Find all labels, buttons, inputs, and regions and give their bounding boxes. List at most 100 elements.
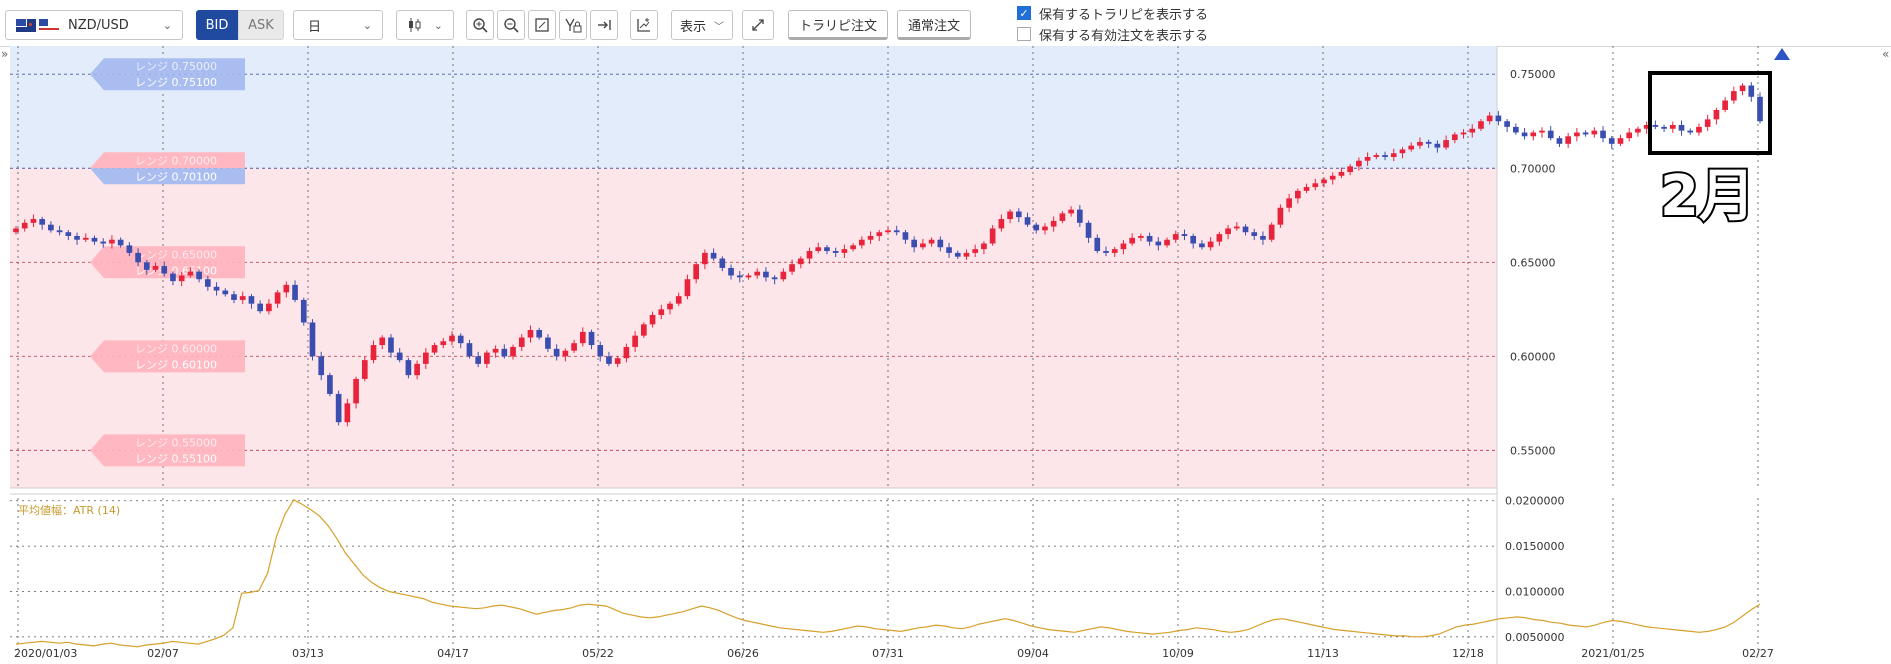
- x-tick-label: 02/07: [147, 647, 179, 660]
- candle-body: [527, 330, 534, 338]
- candle-body: [239, 296, 246, 300]
- candle-body: [588, 331, 595, 346]
- candle-body: [658, 309, 665, 315]
- candle-body: [885, 230, 891, 233]
- candle-body: [1678, 124, 1685, 131]
- candle: [1739, 83, 1746, 96]
- candle-body: [126, 245, 133, 253]
- candle-body: [1233, 226, 1240, 229]
- candle-body: [1713, 109, 1720, 120]
- candle-body: [1382, 155, 1388, 157]
- candle-body: [1007, 211, 1013, 220]
- range-label-tag: レンジ 0.70000 レンジ 0.70100: [90, 152, 245, 185]
- candle-body: [1704, 119, 1711, 127]
- candle-body: [1077, 209, 1083, 223]
- candle: [1731, 86, 1737, 104]
- candle: [1556, 135, 1563, 148]
- y-tick-label: 0.65000: [1510, 256, 1556, 269]
- candle-body: [388, 337, 394, 353]
- candle-body: [928, 239, 935, 244]
- candle-body: [728, 267, 734, 276]
- candle-body: [1652, 124, 1659, 127]
- candle-body: [1478, 121, 1484, 129]
- candle-body: [1417, 141, 1423, 146]
- candle: [1268, 222, 1275, 242]
- candle-body: [719, 258, 726, 268]
- candle-body: [205, 279, 211, 287]
- candle-body: [457, 335, 464, 344]
- candle-body: [1591, 130, 1598, 135]
- candle-body: [292, 284, 298, 300]
- candle-body: [161, 266, 168, 274]
- candle-body: [1556, 138, 1563, 144]
- candle-body: [1138, 235, 1144, 238]
- y-tick-label: 0.55000: [1510, 444, 1556, 457]
- candle: [1626, 128, 1633, 142]
- candle-body: [1669, 124, 1676, 129]
- candle-body: [117, 239, 124, 246]
- x-tick-label: 12/18: [1452, 647, 1484, 660]
- candle-body: [344, 403, 351, 423]
- candle-body: [231, 294, 237, 300]
- candle-body: [1399, 149, 1406, 154]
- x-tick-label: 2021/01/25: [1581, 647, 1644, 660]
- candle-body: [1260, 235, 1266, 240]
- candle: [1591, 127, 1598, 138]
- candle: [1687, 128, 1694, 135]
- candle-body: [405, 360, 412, 376]
- candle-body: [30, 219, 37, 223]
- candle: [1704, 114, 1711, 132]
- range-tag-text: レンジ 0.75100: [135, 76, 217, 89]
- chart-area[interactable]: レンジ 0.75000レンジ 0.75100レンジ 0.70000レンジ 0.7…: [0, 0, 1891, 664]
- annotation-box: [1648, 71, 1772, 155]
- candle-body: [562, 350, 569, 357]
- candle-body: [1547, 130, 1554, 139]
- candle-body: [396, 352, 403, 361]
- candle-body: [911, 239, 917, 248]
- annotation-label: 2月: [1660, 164, 1755, 229]
- candle: [1582, 130, 1589, 137]
- candle: [335, 390, 342, 426]
- candle-body: [152, 266, 159, 270]
- candle-body: [318, 356, 325, 376]
- candle-body: [213, 286, 220, 291]
- x-tick-label: 06/26: [727, 647, 759, 660]
- candle-body: [466, 343, 473, 357]
- candle-body: [1731, 91, 1737, 101]
- range-tag-text: レンジ 0.60100: [135, 358, 217, 371]
- candle-body: [745, 275, 752, 278]
- atr-y-tick-label: 0.0150000: [1505, 540, 1565, 553]
- candle-body: [1425, 141, 1432, 144]
- candle: [1565, 132, 1571, 148]
- candle-body: [56, 230, 63, 233]
- candle-body: [1617, 138, 1624, 144]
- candle: [1608, 135, 1615, 149]
- candle-body: [361, 360, 368, 379]
- candle-body: [100, 241, 107, 244]
- candle-body: [1338, 172, 1345, 176]
- candle-body: [274, 292, 281, 304]
- x-tick-label: 09/04: [1017, 647, 1049, 660]
- atr-y-tick-label: 0.0100000: [1505, 585, 1565, 598]
- candle-body: [850, 245, 856, 250]
- candle-body: [1059, 213, 1066, 221]
- candle-body: [1722, 100, 1728, 110]
- candle-body: [710, 252, 717, 259]
- candle-body: [1181, 234, 1188, 236]
- candle-body: [1513, 126, 1519, 133]
- atr-legend: 平均値幅：ATR (14): [18, 504, 120, 517]
- candle-body: [597, 345, 604, 357]
- candle-body: [423, 352, 429, 364]
- candle-body: [693, 264, 699, 280]
- candle-body: [196, 271, 202, 280]
- candle-body: [859, 239, 865, 246]
- candle-body: [1251, 232, 1258, 236]
- candle-body: [1574, 132, 1580, 137]
- candle: [1669, 121, 1676, 133]
- candle-body: [867, 235, 874, 240]
- candle: [1504, 118, 1510, 132]
- candle-body: [1364, 156, 1371, 161]
- candle-body: [143, 262, 150, 270]
- candle-body: [1434, 143, 1441, 148]
- candle-body: [1469, 128, 1476, 133]
